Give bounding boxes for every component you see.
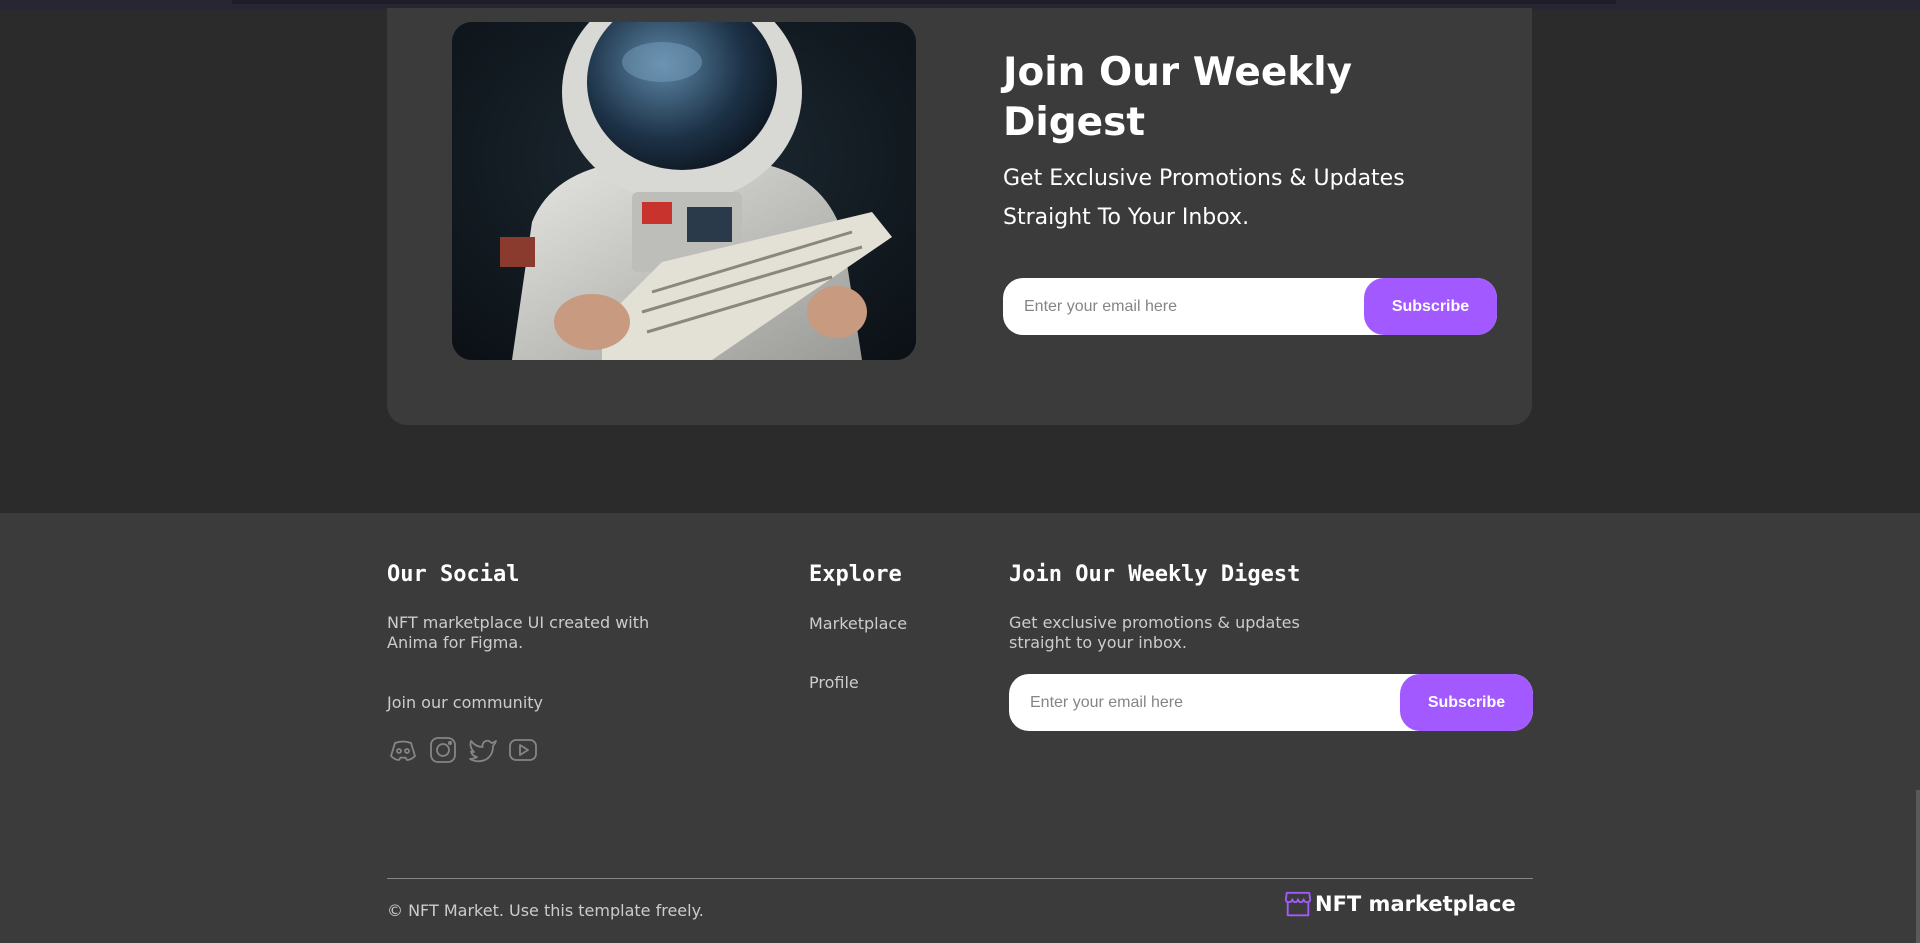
storefront-icon — [1284, 891, 1312, 917]
footer-explore-heading: Explore — [809, 562, 902, 587]
social-icons — [387, 734, 539, 766]
footer-email-input[interactable] — [1009, 674, 1399, 731]
newsletter-email-form: Subscribe — [1003, 278, 1497, 335]
newsletter-subscribe-button[interactable]: Subscribe — [1364, 278, 1497, 335]
discord-icon[interactable] — [387, 734, 419, 766]
page-scrollbar[interactable] — [1916, 790, 1920, 943]
footer-social-heading: Our Social — [387, 562, 520, 587]
footer-digest-heading: Join Our Weekly Digest — [1009, 562, 1301, 587]
footer: Our Social NFT marketplace UI created wi… — [0, 513, 1920, 943]
newsletter-title: Join Our Weekly Digest — [1003, 50, 1353, 145]
footer-community-label: Join our community — [387, 693, 543, 712]
newsletter-card: Join Our Weekly Digest Get Exclusive Pro… — [387, 8, 1532, 425]
newsletter-email-input[interactable] — [1003, 278, 1360, 335]
footer-social-description: NFT marketplace UI created with Anima fo… — [387, 613, 650, 652]
footer-email-form: Subscribe — [1009, 674, 1533, 731]
footer-link-profile[interactable]: Profile — [809, 673, 859, 692]
footer-subscribe-button[interactable]: Subscribe — [1400, 674, 1533, 731]
astronaut-image — [452, 22, 916, 360]
newsletter-section: Join Our Weekly Digest Get Exclusive Pro… — [0, 0, 1920, 513]
footer-link-marketplace[interactable]: Marketplace — [809, 614, 907, 633]
twitter-icon[interactable] — [467, 734, 499, 766]
footer-digest-description: Get exclusive promotions & updates strai… — [1009, 613, 1300, 652]
brand-logo[interactable]: NFT marketplace — [1283, 889, 1516, 919]
instagram-icon[interactable] — [427, 734, 459, 766]
newsletter-subtitle: Get Exclusive Promotions & Updates Strai… — [1003, 166, 1405, 230]
top-bar-strip — [232, 0, 1616, 4]
footer-divider — [387, 878, 1533, 879]
youtube-icon[interactable] — [507, 734, 539, 766]
copyright-text: © NFT Market. Use this template freely. — [387, 901, 704, 920]
brand-name: NFT marketplace — [1315, 892, 1516, 916]
